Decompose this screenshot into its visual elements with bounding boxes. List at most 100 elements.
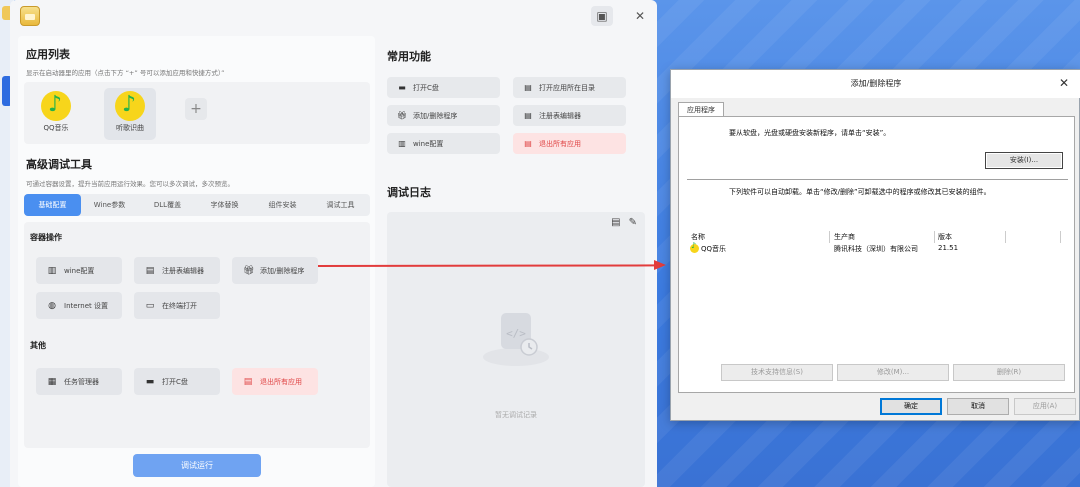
add-remove-programs-dialog: 添加/删除程序 ✕ 应用程序 要从软盘，光盘或硬盘安装新程序，请单击“安装”。 … [670, 69, 1080, 421]
button-label: 退出所有应用 [539, 139, 581, 148]
modify-button[interactable]: 修改(M)... [837, 364, 949, 381]
tab-component-install[interactable]: 组件安装 [254, 194, 311, 216]
exit-icon: ▤ [524, 139, 532, 148]
divider [687, 179, 1068, 180]
app-logo-icon [20, 6, 40, 26]
button-label: 注册表编辑器 [539, 111, 581, 120]
svg-text:</>: </> [506, 327, 526, 340]
button-label: wine配置 [64, 266, 95, 275]
debug-run-button[interactable]: 调试运行 [133, 454, 261, 477]
app-label: QQ音乐 [43, 124, 69, 132]
app-list-hint: 显示在启动器里的应用（点击下方 “+” 号可以添加应用和快捷方式）” [26, 69, 225, 77]
clear-log-icon[interactable]: ✎ [629, 217, 637, 228]
button-label: 在终端打开 [162, 301, 197, 310]
tab-font-replace[interactable]: 字体替换 [196, 194, 253, 216]
debug-tabs: 基础配置 Wine参数 DLL覆盖 字体替换 组件安装 调试工具 [24, 194, 370, 216]
app-item-song-recognition[interactable]: 听歌识曲 [104, 88, 156, 140]
column-divider[interactable] [1005, 231, 1006, 243]
close-icon[interactable]: ✕ [629, 6, 651, 26]
tab-wine-params[interactable]: Wine参数 [81, 194, 138, 216]
drive-icon: ▬ [398, 83, 406, 92]
container-ops-title: 容器操作 [30, 233, 62, 242]
app-label: 听歌识曲 [116, 124, 144, 132]
ok-button[interactable]: 确定 [880, 398, 942, 415]
app-list-title: 应用列表 [26, 48, 70, 61]
program-name-cell[interactable]: QQ音乐 [701, 244, 726, 254]
registry-editor-button[interactable]: ▤ 注册表编辑器 [513, 105, 626, 126]
button-label: 打开C盘 [162, 377, 188, 386]
app-window: ▣ ✕ 应用列表 显示在启动器里的应用（点击下方 “+” 号可以添加应用和快捷方… [10, 0, 657, 487]
exit-all-apps-button[interactable]: ▤ 退出所有应用 [232, 368, 318, 395]
column-divider[interactable] [1060, 231, 1061, 243]
task-manager-button[interactable]: ▦ 任务管理器 [36, 368, 122, 395]
folder-icon: ▤ [524, 83, 532, 92]
wine-config-button[interactable]: ▥ wine配置 [387, 133, 500, 154]
exit-all-apps-button[interactable]: ▤ 退出所有应用 [513, 133, 626, 154]
open-c-drive-button[interactable]: ▬ 打开C盘 [387, 77, 500, 98]
empty-log-illustration-icon: </> [483, 313, 549, 366]
globe-icon: ◍ [48, 300, 56, 311]
button-label: 添加/删除程序 [413, 111, 458, 120]
tab-dll-override[interactable]: DLL覆盖 [139, 194, 196, 216]
tab-content: 容器操作 ▥ wine配置 ▤ 注册表编辑器 🎁︎ 添加/删除程序 ◍ Internet… [24, 222, 370, 448]
common-functions-title: 常用功能 [387, 50, 431, 63]
program-publisher-cell: 腾讯科技（深圳）有限公司 [834, 245, 918, 253]
dialog-title: 添加/删除程序 [671, 70, 1080, 98]
drive-icon: ▬ [145, 376, 155, 387]
debug-log-title: 调试日志 [387, 186, 431, 199]
add-remove-programs-button[interactable]: 🎁︎ 添加/删除程序 [387, 105, 500, 126]
apply-button[interactable]: 应用(A) [1014, 398, 1076, 415]
add-remove-programs-button[interactable]: 🎁︎ 添加/删除程序 [232, 257, 318, 284]
title-bar: ▣ ✕ [10, 0, 657, 36]
open-in-terminal-button[interactable]: ▭ 在终端打开 [134, 292, 220, 319]
log-toolbar: ▤ ✎ [603, 217, 637, 228]
gift-box-icon: 🎁︎ [397, 111, 408, 120]
tab-basic-config[interactable]: 基础配置 [24, 194, 81, 216]
button-label: 任务管理器 [64, 377, 99, 386]
button-label: 退出所有应用 [260, 377, 302, 386]
debug-log-panel: ▤ ✎ </> 暂无调试记录 [387, 212, 645, 487]
column-divider[interactable] [934, 231, 935, 243]
wine-config-icon: ▥ [398, 139, 406, 148]
open-c-drive-button[interactable]: ▬ 打开C盘 [134, 368, 220, 395]
tab-debug-tools[interactable]: 调试工具 [312, 194, 369, 216]
uninstall-hint: 下列软件可以自动卸载。单击“修改/删除”可卸载选中的程序或修改其已安装的组件。 [729, 188, 991, 196]
debug-tools-hint: 可通过容器设置，提升当前应用运行效果。您可以多次调试，多次预览。 [26, 180, 234, 188]
qq-music-icon [41, 91, 71, 121]
left-panel: 应用列表 显示在启动器里的应用（点击下方 “+” 号可以添加应用和快捷方式）” … [18, 36, 375, 487]
cancel-button[interactable]: 取消 [947, 398, 1009, 415]
install-hint: 要从软盘，光盘或硬盘安装新程序，请单击“安装”。 [729, 129, 891, 137]
program-version-cell: 21.51 [938, 244, 959, 252]
close-icon[interactable]: ✕ [1059, 76, 1069, 90]
column-divider[interactable] [829, 231, 830, 243]
qq-music-icon [115, 91, 145, 121]
column-header-publisher[interactable]: 生产商 [834, 231, 855, 243]
app-item-qq-music[interactable]: QQ音乐 [30, 88, 82, 140]
save-log-icon[interactable]: ▤ [611, 217, 620, 228]
install-button[interactable]: 安装(I)... [985, 152, 1063, 169]
terminal-icon: ▭ [145, 300, 155, 311]
exit-icon: ▤ [243, 376, 253, 387]
button-label: wine配置 [413, 139, 444, 148]
button-label: 打开应用所在目录 [539, 83, 595, 92]
open-app-folder-button[interactable]: ▤ 打开应用所在目录 [513, 77, 626, 98]
sidebar-toggle-icon[interactable]: ▣ [591, 6, 613, 26]
add-app-button[interactable]: + [185, 98, 207, 120]
qq-music-icon [690, 241, 699, 253]
other-title: 其他 [30, 341, 46, 350]
registry-icon: ▤ [524, 111, 532, 120]
dialog-body: 要从软盘，光盘或硬盘安装新程序，请单击“安装”。 安装(I)... 下列软件可以… [678, 116, 1075, 393]
registry-editor-button[interactable]: ▤ 注册表编辑器 [134, 257, 220, 284]
right-panel: 常用功能 ▬ 打开C盘 ▤ 打开应用所在目录 🎁︎ 添加/删除程序 ▤ 注册表编辑器 ▥… [379, 36, 653, 487]
registry-icon: ▤ [145, 265, 155, 276]
column-header-version[interactable]: 版本 [938, 231, 952, 243]
remove-button[interactable]: 删除(R) [953, 364, 1065, 381]
gift-box-icon: 🎁︎ [243, 265, 255, 276]
briefcase-icon: ▦ [47, 376, 57, 387]
internet-settings-button[interactable]: ◍ Internet 设置 [36, 292, 122, 319]
wine-config-button[interactable]: ▥ wine配置 [36, 257, 122, 284]
tab-applications[interactable]: 应用程序 [678, 102, 724, 117]
button-label: Internet 设置 [64, 301, 109, 310]
support-info-button[interactable]: 技术支持信息(S) [721, 364, 833, 381]
button-label: 打开C盘 [413, 83, 439, 92]
